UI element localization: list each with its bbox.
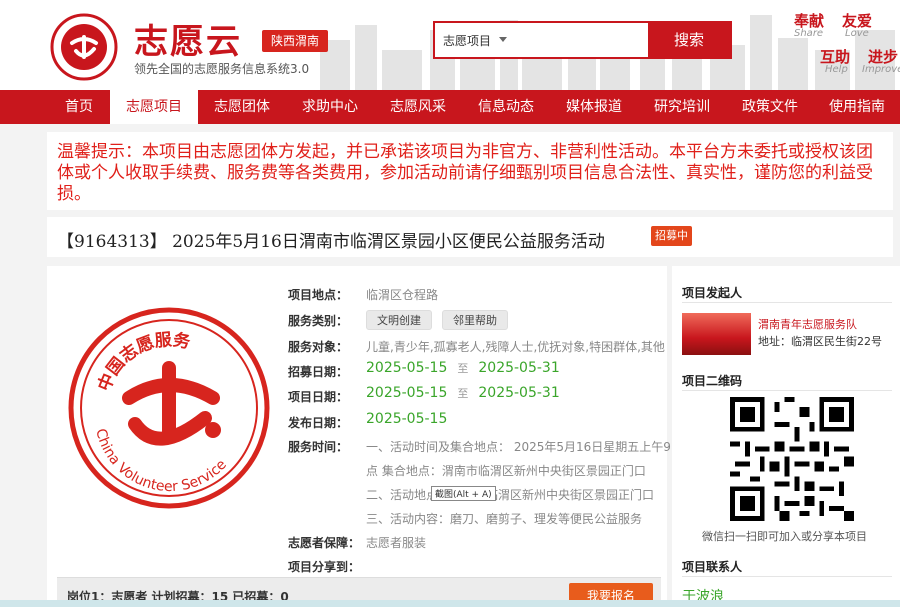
qr-code-icon bbox=[730, 397, 854, 521]
project-start-date: 2025-05-15 bbox=[366, 385, 448, 401]
publish-date-label: 发布日期： bbox=[288, 416, 349, 430]
share-label: 项目分享到： bbox=[288, 560, 361, 574]
region-selector-button[interactable]: 陕西渭南 bbox=[262, 30, 328, 52]
category-tag[interactable]: 文明创建 bbox=[366, 310, 432, 330]
qr-title: 项目二维码 bbox=[682, 374, 743, 388]
org-address: 地址：临渭区民生街22号 bbox=[758, 335, 882, 348]
date-separator: 至 bbox=[457, 362, 469, 375]
nav-item-projects[interactable]: 志愿项目 bbox=[110, 90, 198, 124]
recruit-date-range: 2025-05-15 至 2025-05-31 bbox=[366, 360, 560, 376]
chevron-down-icon[interactable] bbox=[499, 37, 507, 42]
search-category-select[interactable]: 志愿项目 bbox=[443, 32, 491, 49]
nav-item-style[interactable]: 志愿风采 bbox=[374, 90, 462, 124]
search-button[interactable]: 搜索 bbox=[648, 23, 730, 57]
qr-caption: 微信扫一扫即可加入或分享本项目 bbox=[702, 530, 867, 543]
org-photo[interactable] bbox=[682, 313, 751, 355]
nav-item-home[interactable]: 首页 bbox=[48, 90, 110, 124]
location-label: 项目地点： bbox=[288, 288, 349, 302]
divider bbox=[682, 576, 892, 577]
volunteer-logo-icon[interactable] bbox=[50, 13, 118, 81]
status-badge: 招募中 bbox=[651, 226, 692, 246]
nav-item-policy[interactable]: 政策文件 bbox=[726, 90, 814, 124]
service-time-label: 服务时间： bbox=[288, 440, 349, 454]
site-header: 志愿云 陕西渭南 领先全国的志愿服务信息系统3.0 志愿项目 搜索 奉献 Sha… bbox=[0, 0, 900, 90]
service-time-line: 二、活动地点：渭南市临渭区新州中央街区景园正门口 bbox=[366, 488, 655, 502]
org-name-link[interactable]: 渭南青年志愿服务队 bbox=[758, 316, 857, 332]
project-title: 【9164313】 2025年5月16日渭南市临渭区景园小区便民公益服务活动 bbox=[57, 232, 605, 252]
china-volunteer-service-logo-icon: 中国志愿服务 China Volunteer Service bbox=[68, 307, 270, 509]
nav-item-research[interactable]: 研究培训 bbox=[638, 90, 726, 124]
screenshot-tooltip: 截图(Alt + A) bbox=[431, 486, 496, 501]
main-nav: 首页 志愿项目 志愿团体 求助中心 志愿风采 信息动态 媒体报道 研究培训 政策… bbox=[0, 90, 900, 124]
slogan-word-en: Share bbox=[794, 28, 824, 39]
contact-title: 项目联系人 bbox=[682, 560, 743, 574]
nav-item-media[interactable]: 媒体报道 bbox=[550, 90, 638, 124]
divider bbox=[682, 390, 892, 391]
category-tag[interactable]: 邻里帮助 bbox=[442, 310, 508, 330]
search-bar: 志愿项目 搜索 bbox=[433, 21, 732, 59]
project-date-range: 2025-05-15 至 2025-05-31 bbox=[366, 385, 560, 401]
target-label: 服务对象： bbox=[288, 340, 349, 354]
slogan-word-en: Love bbox=[845, 28, 869, 39]
service-time-line: 点 集合地点：渭南市临渭区新州中央街区景园正门口 bbox=[366, 464, 646, 478]
divider bbox=[682, 302, 892, 303]
recruit-date-label: 招募日期： bbox=[288, 365, 349, 379]
header-slogans: 奉献 Share 友爱 Love 互助 Help 进步 Improve bbox=[790, 8, 900, 88]
project-title-bar: 【9164313】 2025年5月16日渭南市临渭区景园小区便民公益服务活动 招… bbox=[47, 217, 893, 257]
nav-item-guide[interactable]: 使用指南 bbox=[814, 90, 900, 124]
service-time-line: 一、活动时间及集合地点： 2025年5月16日星期五上午9 bbox=[366, 440, 671, 454]
project-end-date: 2025-05-31 bbox=[478, 385, 560, 401]
recruit-end-date: 2025-05-31 bbox=[478, 360, 560, 376]
bottom-strip bbox=[0, 600, 900, 607]
initiator-title: 项目发起人 bbox=[682, 286, 743, 300]
location-value: 临渭区仓程路 bbox=[366, 288, 439, 302]
nav-item-news[interactable]: 信息动态 bbox=[462, 90, 550, 124]
nav-item-groups[interactable]: 志愿团体 bbox=[198, 90, 286, 124]
warning-notice: 温馨提示：本项目由志愿团体方发起，并已承诺该项目为非官方、非营利性活动。本平台方… bbox=[47, 132, 893, 210]
service-time-line: 三、活动内容：磨刀、磨剪子、理发等便民公益服务 bbox=[366, 512, 643, 526]
guarantee-value: 志愿者服装 bbox=[366, 536, 427, 550]
project-date-label: 项目日期： bbox=[288, 390, 349, 404]
publish-date: 2025-05-15 bbox=[366, 411, 448, 427]
sidebar: 项目发起人 渭南青年志愿服务队 地址：临渭区民生街22号 项目二维码 微信扫一扫… bbox=[672, 266, 900, 607]
site-slogan: 领先全国的志愿服务信息系统3.0 bbox=[134, 62, 310, 76]
category-label: 服务类别： bbox=[288, 314, 349, 328]
recruit-start-date: 2025-05-15 bbox=[366, 360, 448, 376]
slogan-word-en: Help bbox=[825, 64, 848, 75]
date-separator: 至 bbox=[457, 387, 469, 400]
project-detail-card: 中国志愿服务 China Volunteer Service 项目地点： 临渭区… bbox=[47, 266, 671, 607]
nav-item-help-center[interactable]: 求助中心 bbox=[286, 90, 374, 124]
category-tags: 文明创建 邻里帮助 bbox=[366, 310, 518, 330]
slogan-word-en: Improve bbox=[862, 64, 900, 75]
target-value: 儿童,青少年,孤寡老人,残障人士,优抚对象,特困群体,其他 bbox=[366, 340, 665, 354]
site-brand[interactable]: 志愿云 bbox=[134, 14, 242, 63]
guarantee-label: 志愿者保障： bbox=[288, 536, 361, 550]
